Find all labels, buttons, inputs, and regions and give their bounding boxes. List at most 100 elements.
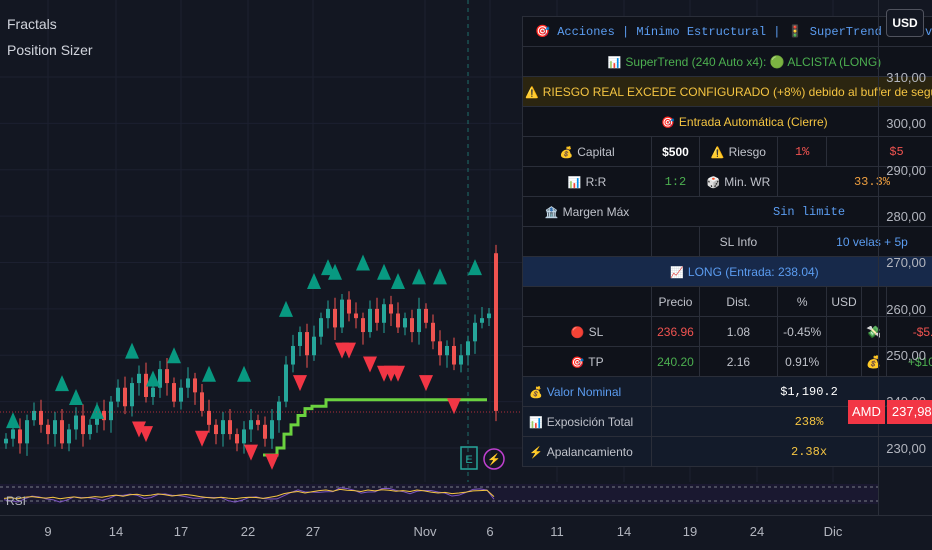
symbol-label: AMD [848,400,885,424]
fractal-up-marker [202,365,216,382]
time-label: 19 [682,524,698,539]
fractal-up-marker [69,388,83,405]
candle [74,415,78,430]
last-price: 237,98 [886,400,932,424]
indicator-fractals[interactable]: Fractals [7,16,57,32]
candle [284,364,288,402]
time-label: 14 [616,524,632,539]
candle [53,420,57,435]
currency-button[interactable]: USD [886,9,924,37]
candle [466,341,470,356]
candle [487,313,491,319]
indicator-position-sizer[interactable]: Position Sizer [7,42,93,58]
time-label: 22 [240,524,256,539]
fractal-down-marker [293,375,307,392]
fractal-up-marker [6,412,20,429]
price-label: 280,00 [886,209,926,224]
candle [151,387,155,397]
time-axis[interactable]: 9 14 17 22 27 Nov 6 11 14 19 24 Dic [0,515,932,550]
rsi-label: RSI [6,494,27,508]
candle [235,434,239,444]
candle [298,332,302,346]
candle [39,410,43,425]
candle [137,373,141,384]
candle [60,420,64,444]
candle [340,299,344,328]
candle [207,410,211,425]
candle [382,304,386,323]
candle [242,429,246,444]
candle [109,401,113,421]
candle [270,420,274,439]
price-label: 230,00 [886,441,926,456]
candle [249,420,253,430]
time-label: 6 [486,524,494,539]
candle [214,424,218,435]
candle [4,438,8,444]
margin-row: 🏦 Margen Máx Sin limite [521,196,932,227]
candle [445,345,449,356]
sl-info-row: SL Info 10 velas + 5p [521,226,932,257]
price-label: 250,00 [886,348,926,363]
fractal-down-marker [195,430,209,447]
candle [319,318,323,337]
candle [46,424,50,435]
candle [81,415,85,435]
price-axis[interactable]: 310,00 300,00 290,00 280,00 270,00 260,0… [878,0,932,515]
time-label: 9 [44,524,52,539]
time-label: Nov [413,524,437,539]
candle [116,387,120,402]
column-headers: Precio Dist.% USD [521,286,932,317]
fractal-up-marker [391,273,405,290]
candle [333,308,337,328]
price-label: 290,00 [886,163,926,178]
price-label: 260,00 [886,302,926,317]
time-label: 11 [550,524,564,539]
candle [277,401,281,421]
candle [67,429,71,444]
risk-warning: ⚠️ RIESGO REAL EXCEDE CONFIGURADO (+8%) d… [522,76,932,107]
trend-row: 📊 SuperTrend (240 Auto x4): 🟢 ALCISTA (LO… [522,46,932,77]
candle [480,318,484,323]
sl-row: 🔴SL 236.961.08-0.45% 💸-$5.4 [521,316,932,347]
fractal-down-marker [139,426,153,443]
candle [326,308,330,319]
candle [186,378,190,388]
time-label: 27 [305,524,321,539]
fractal-up-marker [55,375,69,392]
fractal-up-marker [412,268,426,285]
candle [347,299,351,314]
candle [389,304,393,314]
candle [228,420,232,435]
fractal-up-marker [90,402,104,419]
time-label: 14 [108,524,124,539]
fractal-down-marker [265,453,279,470]
fractal-up-marker [468,259,482,276]
candle [221,420,225,435]
dividend-label: ⚡ [487,453,501,466]
capital-row: 💰 Capital $500 ⚠️ Riesgo 1% $5 [521,136,932,167]
price-label: 270,00 [886,255,926,270]
candle [354,313,358,319]
candle [18,429,22,444]
fractal-down-marker [363,356,377,373]
fractal-up-marker [433,268,447,285]
price-label: 300,00 [886,116,926,131]
fractal-up-marker [377,263,391,280]
entry-row: 🎯 Entrada Automática (Cierre) [522,106,932,137]
fractal-down-marker [419,375,433,392]
current-price-tag: AMD 237,98 [848,400,932,424]
fractal-up-marker [307,273,321,290]
candle [375,308,379,323]
candle [200,392,204,411]
candle [130,383,134,407]
price-label: 310,00 [886,70,926,85]
candle [193,378,197,393]
earnings-label: E [465,454,472,466]
candle [172,383,176,402]
candle [263,424,267,439]
rr-row: 📊 R:R 1:2 🎲 Min. WR 33.3% [521,166,932,197]
candle [396,313,400,328]
candle [494,253,498,411]
fractal-down-marker [244,444,258,461]
